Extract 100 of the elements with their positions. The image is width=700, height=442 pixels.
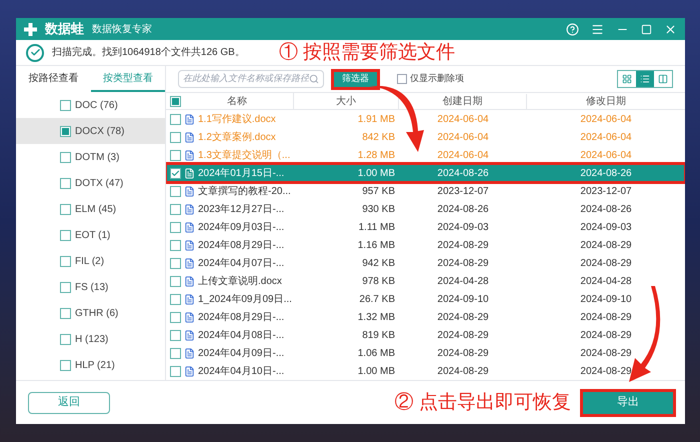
checkbox[interactable]	[60, 100, 71, 110]
modified-date: 2024-08-26	[579, 202, 633, 216]
file-size: 957 KB	[361, 184, 396, 198]
checkbox[interactable]	[170, 132, 181, 142]
file-row[interactable]: 2024年04月10日-... 1.00 MB 2024-08-29 2024-08-29	[166, 362, 685, 380]
file-type-item[interactable]: ELM (45)	[16, 196, 165, 222]
file-type-item[interactable]: HLP (21)	[16, 352, 165, 378]
file-type-item[interactable]: DOTM (3)	[16, 144, 165, 170]
file-size: 1.28 MB	[356, 148, 396, 162]
file-type-label: DOCX (78)	[75, 124, 124, 138]
checkbox[interactable]	[170, 150, 181, 160]
list-view-button[interactable]	[636, 71, 654, 87]
file-row[interactable]: 1_2024年09月09日... 26.7 KB 2024-09-10 2024-09-10	[166, 290, 685, 308]
file-type-label: FS (13)	[75, 280, 108, 294]
created-date: 2024-06-04	[436, 112, 490, 126]
app-subtitle: 数据恢复专家	[92, 22, 152, 36]
checkbox[interactable]	[60, 282, 71, 292]
file-type-item[interactable]: DOTX (47)	[16, 170, 165, 196]
checkbox[interactable]	[170, 186, 181, 196]
file-name: 2023年12月27日-...	[198, 202, 284, 216]
checkbox[interactable]	[170, 348, 181, 358]
file-row[interactable]: 2024年08月29日-... 1.32 MB 2024-08-29 2024-08-29	[166, 308, 685, 326]
document-icon	[184, 330, 195, 340]
checkbox[interactable]	[60, 152, 71, 162]
created-date: 2024-08-29	[436, 328, 490, 342]
modified-date: 2024-08-26	[579, 166, 633, 180]
file-name: 1.1写作建议.docx	[198, 112, 276, 126]
checkbox[interactable]	[60, 204, 71, 214]
modified-date: 2024-08-29	[579, 238, 633, 252]
checkbox[interactable]	[170, 222, 181, 232]
document-icon	[184, 240, 195, 250]
checkbox[interactable]	[60, 334, 71, 344]
file-size: 930 KB	[361, 202, 396, 216]
file-name: 2024年04月09日-...	[198, 346, 284, 360]
file-type-item[interactable]: H (123)	[16, 326, 165, 352]
checkbox[interactable]	[60, 256, 71, 266]
document-icon	[184, 348, 195, 358]
file-type-item[interactable]: FS (13)	[16, 274, 165, 300]
checkbox[interactable]	[170, 204, 181, 214]
checkbox[interactable]	[60, 126, 71, 136]
document-icon	[184, 168, 195, 178]
file-type-item[interactable]: DOCX (78)	[16, 118, 165, 144]
modified-date: 2024-09-10	[579, 292, 633, 306]
checkbox[interactable]	[170, 96, 181, 106]
created-date: 2024-08-29	[436, 346, 490, 360]
file-name: 2024年08月29日-...	[198, 310, 284, 324]
checkbox[interactable]	[170, 294, 181, 304]
checkbox[interactable]	[170, 168, 181, 178]
checkbox[interactable]	[60, 178, 71, 188]
file-row[interactable]: 2024年04月08日-... 819 KB 2024-08-29 2024-08-29	[166, 326, 685, 344]
checkbox[interactable]	[170, 312, 181, 322]
view-tab[interactable]: 按类型查看	[90, 66, 165, 92]
cross-logo-icon	[24, 22, 37, 36]
file-name: 1_2024年09月09日...	[198, 292, 292, 306]
file-name: 2024年09月03日-...	[198, 220, 284, 234]
modified-date: 2024-04-28	[579, 274, 633, 288]
checkbox[interactable]	[170, 276, 181, 286]
logo-text: 数据蛙	[45, 20, 84, 38]
file-type-item[interactable]: FIL (2)	[16, 248, 165, 274]
maximize-icon[interactable]	[641, 24, 652, 34]
created-date: 2024-08-29	[436, 364, 490, 378]
file-type-label: EOT (1)	[75, 228, 110, 242]
file-type-item[interactable]: DOC (76)	[16, 92, 165, 118]
checkbox[interactable]	[170, 240, 181, 250]
checkbox[interactable]	[60, 360, 71, 370]
file-size: 942 KB	[361, 256, 396, 270]
checkbox[interactable]	[170, 114, 181, 124]
modified-date: 2024-08-29	[579, 310, 633, 324]
file-row[interactable]: 上传文章说明.docx 978 KB 2024-04-28 2024-04-28	[166, 272, 685, 290]
file-row[interactable]: 2024年04月07日-... 942 KB 2024-08-29 2024-08-29	[166, 254, 685, 272]
view-tab[interactable]: 按路径查看	[16, 66, 90, 92]
checkbox[interactable]	[60, 308, 71, 318]
document-icon	[184, 132, 195, 142]
menu-icon[interactable]	[591, 22, 604, 36]
file-row[interactable]: 文章撰写的教程-20... 957 KB 2023-12-07 2023-12-07	[166, 182, 685, 200]
file-type-label: GTHR (6)	[75, 306, 118, 320]
file-row[interactable]: 2024年09月03日-... 1.11 MB 2024-09-03 2024-09-03	[166, 218, 685, 236]
close-icon[interactable]	[664, 22, 677, 36]
checkbox[interactable]	[170, 366, 181, 376]
checkbox[interactable]	[170, 258, 181, 268]
column-header[interactable]: 名称	[181, 94, 293, 108]
deleted-only-label: 仅显示删除项	[410, 72, 464, 86]
file-row[interactable]: 2024年08月29日-... 1.16 MB 2024-08-29 2024-08-29	[166, 236, 685, 254]
file-type-label: DOTX (47)	[75, 176, 124, 190]
file-row[interactable]: 2024年04月09日-... 1.06 MB 2024-08-29 2024-08-29	[166, 344, 685, 362]
checkbox[interactable]	[397, 74, 407, 84]
document-icon	[184, 114, 195, 124]
file-size: 842 KB	[361, 130, 396, 144]
checkbox[interactable]	[170, 330, 181, 340]
file-type-item[interactable]: EOT (1)	[16, 222, 165, 248]
file-row[interactable]: 2023年12月27日-... 930 KB 2024-08-26 2024-08-26	[166, 200, 685, 218]
back-button[interactable]: 返回	[28, 392, 110, 414]
file-row[interactable]: 2024年01月15日-... 1.00 MB 2024-08-26 2024-08-26	[166, 164, 685, 182]
created-date: 2024-08-26	[436, 166, 490, 180]
file-name: 1.2文章案例.docx	[198, 130, 276, 144]
file-type-item[interactable]: GTHR (6)	[16, 300, 165, 326]
checkbox[interactable]	[60, 230, 71, 240]
help-icon[interactable]	[566, 22, 579, 36]
column-header[interactable]: 修改日期	[527, 94, 685, 108]
file-name: 2024年04月10日-...	[198, 364, 284, 378]
